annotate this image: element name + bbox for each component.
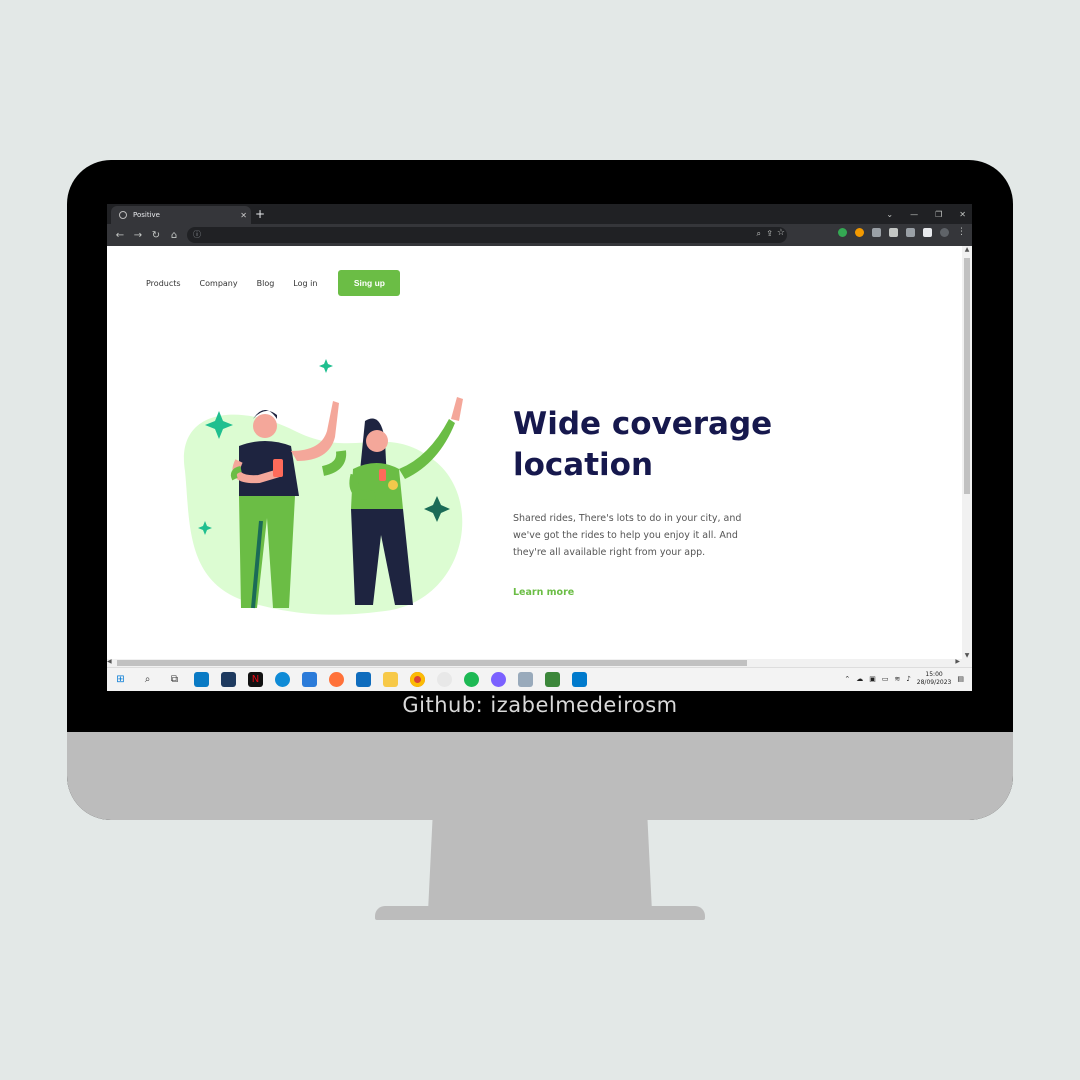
eyedropper-icon[interactable] bbox=[872, 228, 881, 237]
extension-orange-icon[interactable] bbox=[855, 228, 864, 237]
app-icon[interactable] bbox=[221, 672, 236, 687]
home-icon[interactable]: ⌂ bbox=[169, 230, 179, 241]
nodejs-icon[interactable] bbox=[545, 672, 560, 687]
info-icon[interactable]: ⓘ bbox=[193, 229, 201, 240]
nav-products[interactable]: Products bbox=[146, 279, 181, 288]
hero-illustration bbox=[183, 359, 463, 615]
vscode-icon[interactable] bbox=[572, 672, 587, 687]
minimize-icon[interactable]: — bbox=[910, 210, 918, 219]
horizontal-scrollbar[interactable]: ◀ ▶ bbox=[107, 658, 972, 667]
address-bar[interactable]: ⓘ ⌕ ⇪ ☆ bbox=[187, 227, 787, 243]
kebab-menu-icon[interactable]: ⋮ bbox=[957, 228, 966, 237]
zoom-icon[interactable]: ⌕ bbox=[757, 229, 761, 239]
netflix-icon[interactable]: N bbox=[248, 672, 263, 687]
nav-login[interactable]: Log in bbox=[293, 279, 317, 288]
close-window-icon[interactable]: ✕ bbox=[959, 210, 966, 219]
extension-green-icon[interactable] bbox=[838, 228, 847, 237]
reload-icon[interactable]: ↻ bbox=[151, 230, 161, 241]
clock-date: 28/09/2023 bbox=[916, 679, 952, 686]
volume-icon[interactable]: ♪ bbox=[906, 675, 910, 683]
tab-title: Positive bbox=[133, 211, 160, 219]
browser-tab-bar: Positive ✕ + ⌄ — ❐ ✕ bbox=[107, 204, 972, 224]
app-icon[interactable] bbox=[491, 672, 506, 687]
hero-title-line: Wide coverage bbox=[513, 406, 773, 442]
edge-icon[interactable] bbox=[275, 672, 290, 687]
clock-time: 15:00 bbox=[925, 671, 943, 678]
screen: Positive ✕ + ⌄ — ❐ ✕ ← → ↻ ⌂ ⓘ ⌕ ⇪ ☆ ⋮ P… bbox=[107, 204, 972, 691]
github-caption: Github: izabelmedeirosm bbox=[402, 693, 678, 717]
site-nav: Products Company Blog Log in Sing up bbox=[146, 270, 401, 296]
back-icon[interactable]: ← bbox=[115, 230, 125, 241]
share-icon[interactable]: ⇪ bbox=[766, 229, 773, 238]
web-page: Products Company Blog Log in Sing up Wid… bbox=[107, 246, 962, 659]
scroll-right-icon[interactable]: ▶ bbox=[955, 658, 960, 665]
search-icon[interactable]: ⌕ bbox=[140, 672, 155, 687]
bookmark-star-icon[interactable]: ☆ bbox=[777, 228, 785, 238]
nav-blog[interactable]: Blog bbox=[257, 279, 275, 288]
taskbar-clock[interactable]: 15:00 28/09/2023 bbox=[917, 671, 952, 687]
browser-tab[interactable]: Positive ✕ bbox=[111, 206, 251, 224]
wifi-icon[interactable]: ≋ bbox=[894, 675, 900, 683]
battery-icon[interactable]: ▭ bbox=[882, 675, 889, 683]
file-explorer-icon[interactable] bbox=[383, 672, 398, 687]
window-controls: ⌄ — ❐ ✕ bbox=[886, 204, 966, 224]
notepad-icon[interactable] bbox=[518, 672, 533, 687]
scroll-left-icon[interactable]: ◀ bbox=[107, 658, 112, 665]
profile-avatar[interactable] bbox=[940, 228, 949, 237]
scroll-up-icon[interactable]: ▲ bbox=[962, 246, 972, 253]
monitor-chin bbox=[67, 732, 1013, 820]
globe-icon bbox=[119, 211, 127, 219]
sparkle-icon bbox=[319, 359, 333, 373]
scroll-down-icon[interactable]: ▼ bbox=[962, 652, 972, 659]
taskbar-apps: ⊞ ⌕ ⧉ N bbox=[113, 672, 587, 687]
monitor-stand-base bbox=[375, 906, 705, 920]
puzzle-icon[interactable] bbox=[889, 228, 898, 237]
learn-more-link[interactable]: Learn more bbox=[513, 587, 574, 598]
side-panel-icon[interactable] bbox=[923, 228, 932, 237]
restore-icon[interactable]: ❐ bbox=[935, 210, 942, 219]
firefox-icon[interactable] bbox=[329, 672, 344, 687]
windows-taskbar: ⊞ ⌕ ⧉ N ⌃ ☁ ▣ ▭ ≋ ♪ 15:00 28/09/2023 ▤ bbox=[107, 667, 972, 691]
notification-icon[interactable]: ▤ bbox=[957, 675, 964, 683]
vertical-scrollbar[interactable]: ▲ ▼ bbox=[962, 246, 972, 659]
windows-start-icon[interactable]: ⊞ bbox=[113, 672, 128, 687]
forward-icon[interactable]: → bbox=[133, 230, 143, 241]
scroll-thumb[interactable] bbox=[964, 258, 970, 494]
spotify-icon[interactable] bbox=[464, 672, 479, 687]
network-icon[interactable]: ▣ bbox=[869, 675, 876, 683]
cloud-icon[interactable]: ☁ bbox=[856, 675, 863, 683]
monitor-stand-neck bbox=[428, 820, 652, 912]
signup-button[interactable]: Sing up bbox=[338, 270, 401, 296]
outlook-icon[interactable] bbox=[356, 672, 371, 687]
chrome-icon[interactable] bbox=[410, 672, 425, 687]
system-tray: ⌃ ☁ ▣ ▭ ≋ ♪ 15:00 28/09/2023 ▤ bbox=[844, 671, 964, 687]
reading-list-icon[interactable] bbox=[906, 228, 915, 237]
paint-icon[interactable] bbox=[437, 672, 452, 687]
tab-close-icon[interactable]: ✕ bbox=[240, 211, 247, 220]
calculator-icon[interactable] bbox=[302, 672, 317, 687]
nav-company[interactable]: Company bbox=[200, 279, 238, 288]
new-tab-button[interactable]: + bbox=[255, 206, 265, 222]
hero-title-line: location bbox=[513, 447, 654, 483]
chevron-up-icon[interactable]: ⌃ bbox=[844, 675, 850, 683]
hero-description: Shared rides, There's lots to do in your… bbox=[513, 513, 742, 558]
scroll-thumb[interactable] bbox=[117, 660, 747, 666]
extensions-area: ⋮ bbox=[838, 228, 966, 237]
hero-title: Wide coverage location bbox=[513, 404, 833, 486]
task-view-icon[interactable]: ⧉ bbox=[167, 672, 182, 687]
tab-search-icon[interactable]: ⌄ bbox=[886, 210, 893, 219]
store-icon[interactable] bbox=[194, 672, 209, 687]
browser-toolbar: ← → ↻ ⌂ ⓘ ⌕ ⇪ ☆ ⋮ bbox=[107, 224, 972, 246]
